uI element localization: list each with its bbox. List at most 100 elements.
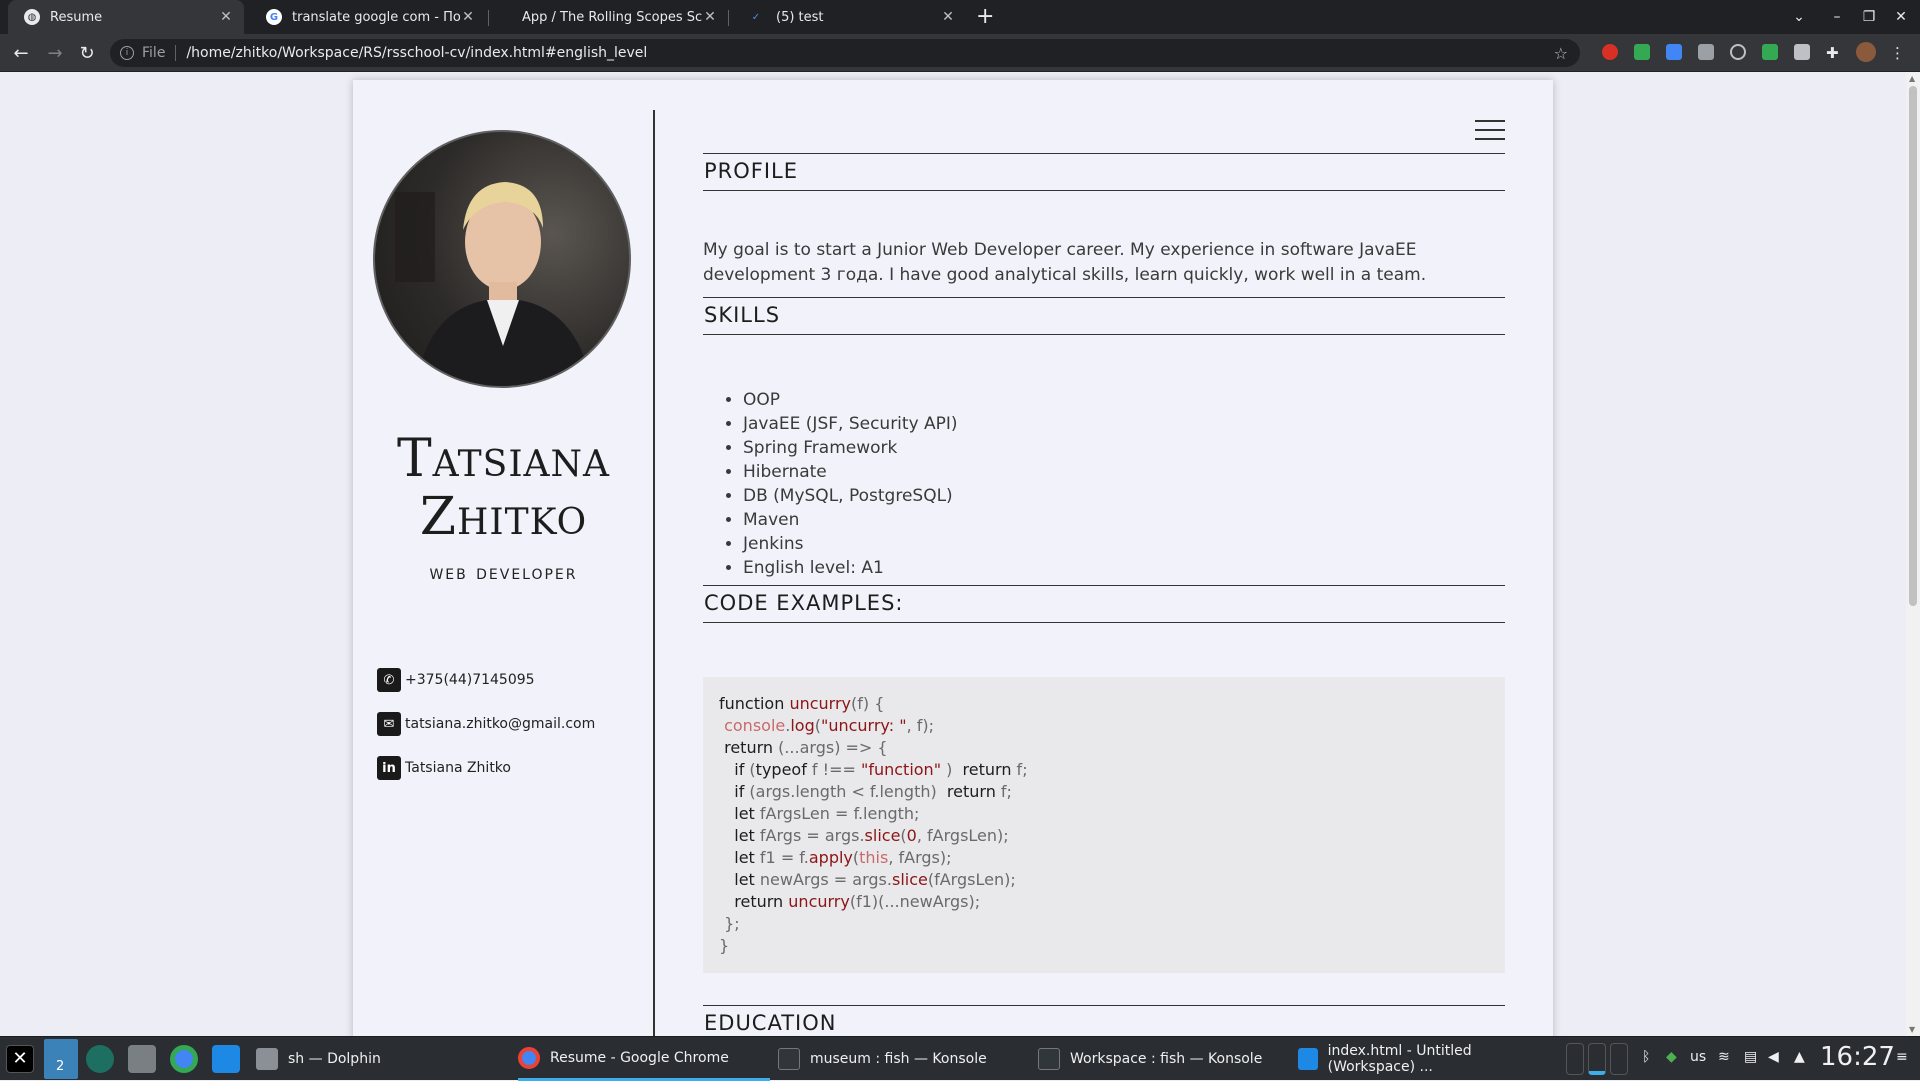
keyboard-layout[interactable]: us [1690, 1049, 1706, 1065]
extension-green-icon[interactable] [1634, 44, 1650, 60]
extension-screen-icon[interactable] [1698, 44, 1714, 60]
scrollbar-thumb[interactable] [1909, 86, 1917, 606]
scroll-up-icon[interactable]: ▲ [1909, 74, 1915, 83]
url-text[interactable]: /home/zhitko/Workspace/RS/rsschool-cv/in… [186, 45, 647, 61]
bookmark-star-icon[interactable]: ☆ [1554, 44, 1568, 63]
terminal-icon [778, 1048, 800, 1070]
menu-dots-icon[interactable]: ⋮ [1890, 44, 1906, 62]
task-label: Resume - Google Chrome [550, 1049, 729, 1066]
info-icon[interactable]: i [120, 46, 134, 60]
left-column: Tatsiana Zhitko web developer ✆ +375(44)… [353, 80, 654, 1036]
profile-avatar-icon[interactable] [1856, 42, 1876, 62]
folder-icon [256, 1048, 278, 1070]
extension-adblock-icon[interactable] [1602, 44, 1618, 60]
task-label: index.html - Untitled (Workspace) ... [1327, 1043, 1472, 1075]
hamburger-menu-icon[interactable] [1475, 120, 1505, 142]
contact-phone: ✆ +375(44)7145095 [377, 668, 535, 692]
forward-icon[interactable]: → [40, 34, 70, 72]
update-icon[interactable]: ◆ [1666, 1049, 1677, 1065]
task-label: Workspace : fish — Konsole [1070, 1051, 1263, 1067]
task-konsole-museum[interactable]: museum : fish — Konsole [778, 1037, 1030, 1081]
email-link[interactable]: tatsiana.zhitko@gmail.com [405, 716, 595, 732]
tray-expand-icon[interactable]: ▲ [1794, 1049, 1805, 1065]
chrome-icon[interactable] [170, 1045, 198, 1073]
tab-strip: ◍ Resume ✕ G translate google com - Поис… [0, 0, 1920, 34]
task-label: sh — Dolphin [288, 1051, 381, 1067]
contact-linkedin[interactable]: in Tatsiana Zhitko [377, 756, 511, 780]
clipboard-icon[interactable]: ▤ [1744, 1049, 1757, 1065]
omnibox-divider [175, 45, 177, 61]
close-window-icon[interactable]: ✕ [1886, 0, 1916, 34]
profile-photo [373, 130, 631, 388]
chrome-icon [518, 1046, 540, 1069]
window-preview-1[interactable] [1566, 1043, 1584, 1075]
window-preview-3[interactable] [1610, 1043, 1628, 1075]
section-title-code: CODE EXAMPLES: [703, 585, 1505, 623]
linkedin-icon: in [377, 756, 401, 780]
tab-title: App / The Rolling Scopes Sch [522, 9, 702, 25]
minimize-icon[interactable]: – [1822, 0, 1852, 34]
virtual-desktop-pager[interactable]: 2 [44, 1039, 78, 1079]
reload-icon[interactable]: ↻ [72, 34, 102, 72]
wifi-icon[interactable]: ≋ [1718, 1049, 1730, 1065]
section-title-profile: PROFILE [703, 153, 1505, 191]
files-icon[interactable] [128, 1045, 156, 1073]
restore-icon[interactable]: ❐ [1854, 0, 1884, 34]
tab-google-search[interactable]: G translate google com - Поиск ✕ [250, 0, 486, 34]
list-item: DB (MySQL, PostgreSQL) [743, 484, 958, 508]
page-viewport: Tatsiana Zhitko web developer ✆ +375(44)… [0, 72, 1906, 1036]
task-label: museum : fish — Konsole [810, 1051, 987, 1067]
tab-resume[interactable]: ◍ Resume ✕ [8, 0, 244, 34]
list-item: Maven [743, 508, 958, 532]
puzzle-icon[interactable]: ✚ [1826, 44, 1842, 62]
address-bar[interactable]: i File /home/zhitko/Workspace/RS/rsschoo… [110, 39, 1580, 67]
tab-rolling-scopes[interactable]: App / The Rolling Scopes Sch ✕ [492, 0, 728, 34]
krusader-icon[interactable] [86, 1045, 114, 1073]
extension-translate-icon[interactable] [1666, 44, 1682, 60]
extension-download-icon[interactable] [1762, 44, 1778, 60]
phone-icon: ✆ [377, 668, 401, 692]
task-vscode[interactable]: index.html - Untitled (Workspace) ... [1298, 1037, 1554, 1081]
extension-settings-icon[interactable] [1730, 44, 1746, 60]
contact-email[interactable]: ✉ tatsiana.zhitko@gmail.com [377, 712, 595, 736]
terminal-icon [1038, 1048, 1060, 1070]
window-preview-2[interactable] [1588, 1043, 1606, 1075]
volume-icon[interactable]: ◀ [1768, 1049, 1779, 1065]
page-scrollbar[interactable]: ▲ ▼ [1906, 72, 1920, 1036]
vscode-icon [1298, 1048, 1318, 1070]
back-icon[interactable]: ← [6, 34, 36, 72]
name-first: Tatsiana [396, 429, 611, 489]
vscode-icon[interactable] [212, 1045, 240, 1073]
code-example: function uncurry(f) { console.log("uncur… [703, 677, 1505, 973]
profile-text: My goal is to start a Junior Web Develop… [703, 240, 1427, 285]
clock[interactable]: 16:27 [1820, 1042, 1895, 1072]
close-icon[interactable]: ✕ [460, 9, 476, 25]
resume-card: Tatsiana Zhitko web developer ✆ +375(44)… [353, 80, 1553, 1036]
bluetooth-icon[interactable]: ᛒ [1642, 1049, 1650, 1065]
task-dolphin[interactable]: sh — Dolphin [256, 1037, 506, 1081]
extension-gray-icon[interactable] [1794, 44, 1810, 60]
tab-title: translate google com - Поиск [292, 9, 460, 25]
globe-icon: ◍ [24, 9, 40, 25]
tab-title: (5) test [776, 9, 824, 25]
new-tab-button[interactable]: + [976, 4, 994, 29]
task-konsole-workspace[interactable]: Workspace : fish — Konsole [1038, 1037, 1290, 1081]
menu-icon[interactable]: ≡ [1896, 1049, 1908, 1065]
close-icon[interactable]: ✕ [940, 9, 956, 25]
google-icon: G [266, 9, 282, 25]
task-chrome[interactable]: Resume - Google Chrome [518, 1037, 770, 1081]
scroll-down-icon[interactable]: ▼ [1909, 1025, 1915, 1034]
close-icon[interactable]: ✕ [218, 9, 234, 25]
list-item: English level: A1 [743, 556, 958, 580]
tab-search-chevron-icon[interactable]: ⌄ [1784, 0, 1814, 34]
app-launcher-icon[interactable]: ✕ [6, 1045, 34, 1073]
taskbar: ✕ 2 sh — Dolphin Resume - Google Chrome … [0, 1036, 1920, 1081]
scheme-label: File [142, 45, 166, 61]
tab-test[interactable]: ✓ (5) test ✕ [730, 0, 966, 34]
person-name: Tatsiana Zhitko [353, 430, 654, 546]
list-item: JavaEE (JSF, Security API) [743, 412, 958, 436]
linkedin-link[interactable]: Tatsiana Zhitko [405, 760, 511, 776]
close-icon[interactable]: ✕ [702, 9, 718, 25]
tab-divider [488, 10, 489, 26]
phone-text: +375(44)7145095 [405, 672, 535, 688]
